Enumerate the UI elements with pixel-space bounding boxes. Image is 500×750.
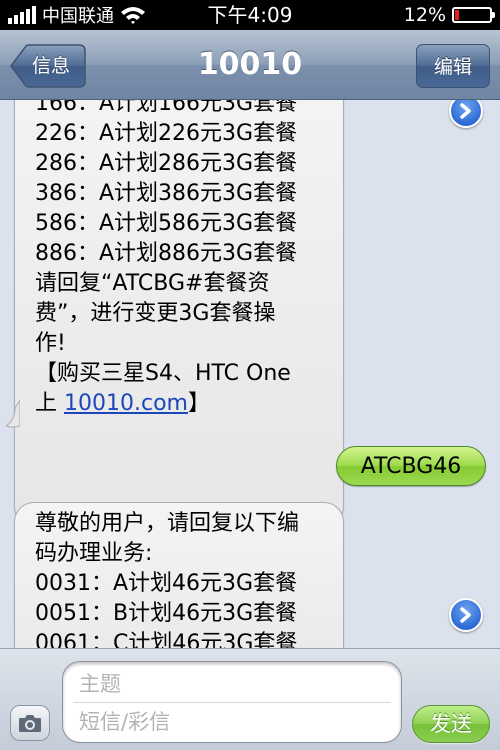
status-bar: 中国联通 下午4:09 12% xyxy=(0,0,500,30)
subject-input[interactable] xyxy=(77,666,381,702)
status-right: 12% xyxy=(403,0,495,30)
outgoing-message-bubble[interactable]: ATCBG46 xyxy=(336,446,486,486)
camera-icon xyxy=(19,715,41,732)
message-line: 586：A计划586元3G套餐 xyxy=(35,211,298,236)
message-line: 0051：B计划46元3G套餐 xyxy=(35,601,298,626)
message-line: 费”，进行变更3G套餐操 xyxy=(35,301,276,326)
message-detail-button[interactable] xyxy=(449,100,483,128)
battery-percent: 12% xyxy=(403,4,446,26)
battery-icon xyxy=(452,7,495,23)
message-line: 0061：C计划46元3G套餐 xyxy=(35,631,298,648)
message-line: 请回复“ATCBG#套餐资 xyxy=(35,271,270,296)
message-line: 码办理业务: xyxy=(35,541,153,566)
send-button[interactable]: 发送 xyxy=(412,705,490,743)
message-line-with-link: 上 10010.com】 xyxy=(35,389,327,419)
navigation-bar: 信息 10010 编辑 xyxy=(0,30,500,100)
message-line: 886：A计划886元3G套餐 xyxy=(35,241,298,266)
chevron-right-icon xyxy=(460,607,471,623)
compose-field xyxy=(62,661,402,743)
message-line: 0031：A计划46元3G套餐 xyxy=(35,571,298,596)
message-line: 尊敬的用户，请回复以下编 xyxy=(35,511,300,536)
message-line: 【购买三星S4、HTC One xyxy=(35,361,291,386)
message-detail-button[interactable] xyxy=(449,598,483,632)
compose-bar: 发送 xyxy=(0,648,500,750)
message-text: 上 xyxy=(35,391,64,416)
message-line: 386：A计划386元3G套餐 xyxy=(35,181,298,206)
message-text: 】 xyxy=(187,391,210,416)
message-list[interactable]: ✦ ✦ 166：A计划166元3G套餐 226：A计划226元3G套餐 286：… xyxy=(0,100,500,648)
battery-fill xyxy=(455,10,460,20)
camera-button[interactable] xyxy=(10,705,50,741)
chevron-right-icon xyxy=(460,103,471,119)
website-link[interactable]: 10010.com xyxy=(64,391,188,416)
message-line: 286：A计划286元3G套餐 xyxy=(35,151,298,176)
bubble-tail xyxy=(6,400,20,428)
message-line: 作! xyxy=(35,331,66,356)
message-input[interactable] xyxy=(77,704,381,740)
message-line: 166：A计划166元3G套餐 xyxy=(35,100,298,116)
incoming-message-bubble[interactable]: 尊敬的用户，请回复以下编 码办理业务: 0031：A计划46元3G套餐 0051… xyxy=(14,502,344,648)
incoming-message-bubble[interactable]: 166：A计划166元3G套餐 226：A计划226元3G套餐 286：A计划2… xyxy=(14,100,344,526)
message-line: 226：A计划226元3G套餐 xyxy=(35,121,298,146)
compose-divider xyxy=(73,702,391,703)
edit-button[interactable]: 编辑 xyxy=(416,44,490,88)
